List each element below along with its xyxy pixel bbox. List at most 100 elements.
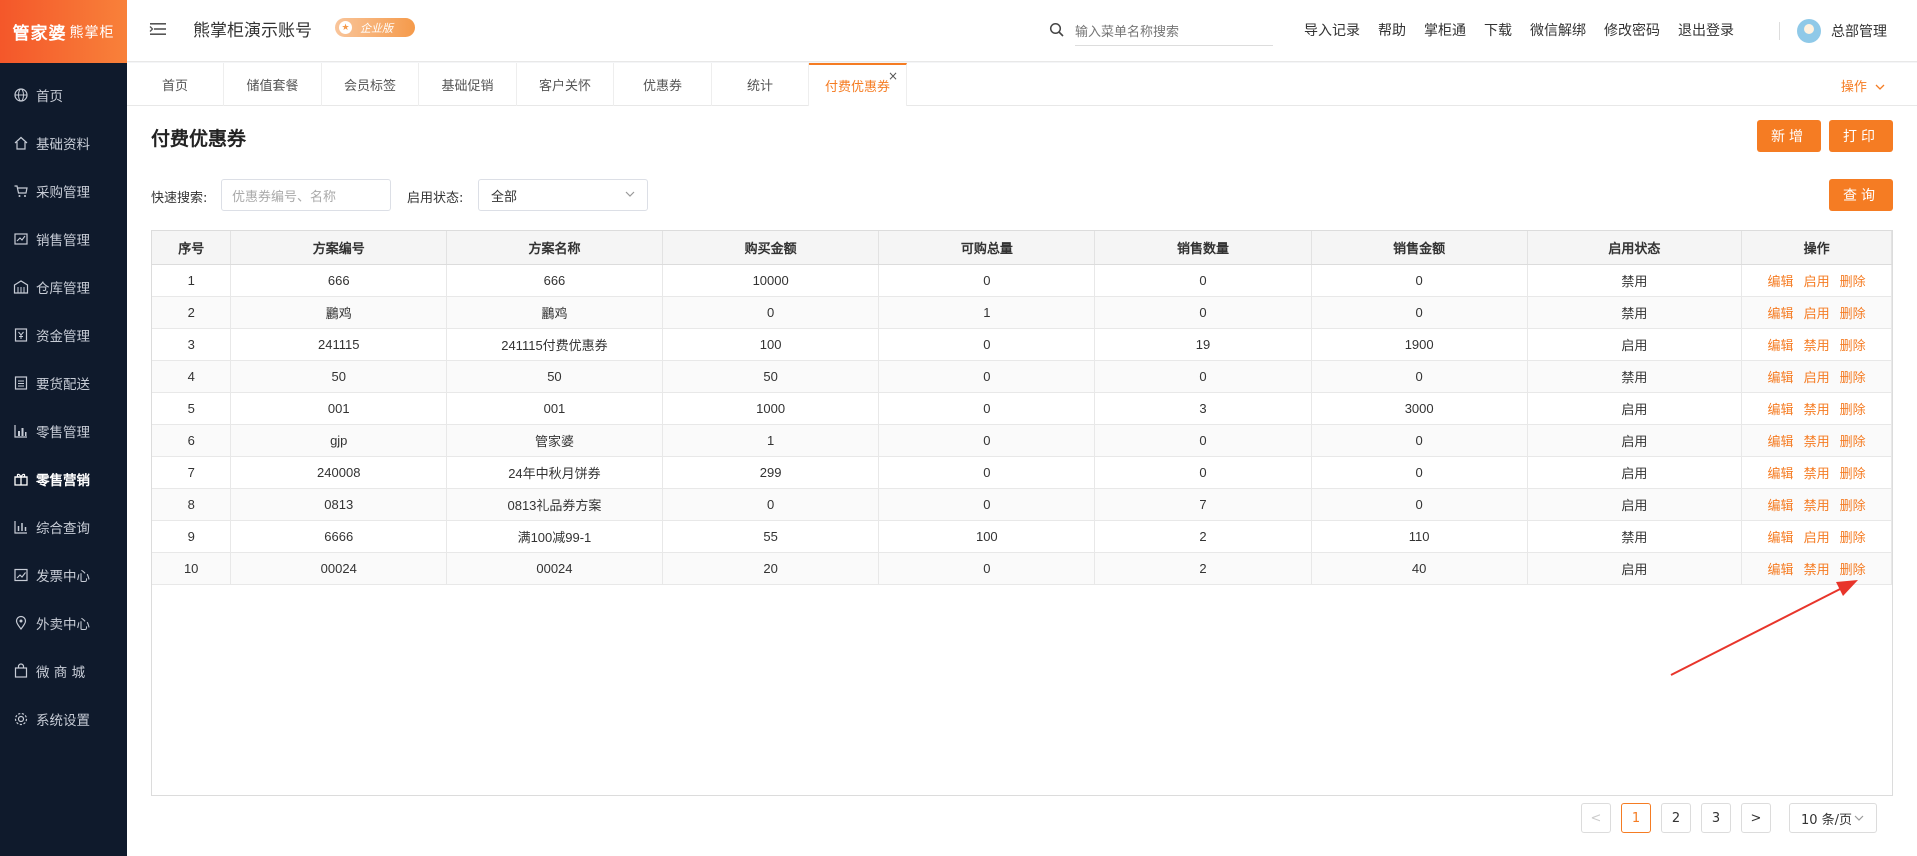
chevron-down-icon	[1854, 815, 1864, 821]
delete-button[interactable]: 删除	[1840, 530, 1866, 545]
header-link-4[interactable]: 微信解绑	[1530, 20, 1586, 40]
edit-button[interactable]: 编辑	[1768, 274, 1794, 289]
toggle-status-button[interactable]: 禁用	[1804, 466, 1830, 481]
toggle-status-button[interactable]: 启用	[1804, 530, 1830, 545]
delete-button[interactable]: 删除	[1840, 274, 1866, 289]
tab-7[interactable]: 付费优惠券 ×	[809, 63, 907, 106]
edit-button[interactable]: 编辑	[1768, 338, 1794, 353]
query-button[interactable]: 查询	[1829, 179, 1893, 211]
cell-seq: 1	[152, 264, 232, 297]
table-row: 1 666 666 10000 0 0 0 禁用 编辑 启用 删除	[152, 264, 1892, 297]
toggle-status-button[interactable]: 禁用	[1804, 498, 1830, 513]
delete-button[interactable]: 删除	[1840, 562, 1866, 577]
edit-button[interactable]: 编辑	[1768, 402, 1794, 417]
toggle-status-button[interactable]: 禁用	[1804, 434, 1830, 449]
column-header: 序号	[152, 231, 232, 265]
toggle-status-button[interactable]: 启用	[1804, 370, 1830, 385]
sidebar-item-5[interactable]: 资金管理	[0, 311, 127, 359]
page-button-3[interactable]: 3	[1701, 803, 1731, 833]
page-button-2[interactable]: 2	[1661, 803, 1691, 833]
menu-toggle-icon[interactable]	[149, 20, 167, 38]
cell-actions: 编辑 启用 删除	[1741, 520, 1892, 553]
add-button[interactable]: 新增	[1757, 120, 1821, 152]
sidebar-item-7[interactable]: 零售管理	[0, 407, 127, 455]
prev-page-button[interactable]: <	[1581, 803, 1611, 833]
sidebar-item-12[interactable]: 微 商 城	[0, 647, 127, 695]
sidebar-item-2[interactable]: 采购管理	[0, 167, 127, 215]
toggle-status-button[interactable]: 禁用	[1804, 338, 1830, 353]
user-menu[interactable]: 总部管理	[1797, 19, 1887, 43]
sidebar-item-label: 微 商 城	[36, 665, 86, 681]
tab-2[interactable]: 会员标签	[322, 63, 419, 106]
delete-button[interactable]: 删除	[1840, 370, 1866, 385]
table-row: 6 gjp 管家婆 1 0 0 0 启用 编辑 禁用 删除	[152, 424, 1892, 457]
tab-3[interactable]: 基础促销	[419, 63, 517, 106]
toggle-status-button[interactable]: 启用	[1804, 306, 1830, 321]
cell-price: 10000	[662, 264, 880, 297]
delete-button[interactable]: 删除	[1840, 338, 1866, 353]
header-link-6[interactable]: 退出登录	[1678, 20, 1734, 40]
page-button-1[interactable]: 1	[1621, 803, 1651, 833]
tab-1[interactable]: 储值套餐	[224, 63, 322, 106]
edit-button[interactable]: 编辑	[1768, 370, 1794, 385]
toggle-status-button[interactable]: 启用	[1804, 274, 1830, 289]
sidebar-item-0[interactable]: 首页	[0, 71, 127, 119]
sidebar-item-10[interactable]: 发票中心	[0, 551, 127, 599]
sidebar-item-6[interactable]: 要货配送	[0, 359, 127, 407]
edit-button[interactable]: 编辑	[1768, 306, 1794, 321]
header-link-0[interactable]: 导入记录	[1304, 20, 1360, 40]
cell-name: 001	[446, 392, 663, 425]
header-link-3[interactable]: 下载	[1484, 20, 1512, 40]
sidebar-item-9[interactable]: 综合查询	[0, 503, 127, 551]
delete-button[interactable]: 删除	[1840, 434, 1866, 449]
main-content: 付费优惠券 新增 打印 快速搜索: 优惠券编号、名称 启用状态: 全部 查询 序…	[127, 106, 1917, 856]
delete-button[interactable]: 删除	[1840, 498, 1866, 513]
tab-4[interactable]: 客户关怀	[517, 63, 614, 106]
cell-seq: 5	[152, 392, 232, 425]
edit-button[interactable]: 编辑	[1768, 562, 1794, 577]
tab-label: 客户关怀	[538, 79, 591, 94]
tab-6[interactable]: 统计	[712, 63, 809, 106]
sidebar-item-13[interactable]: 系统设置	[0, 695, 127, 743]
close-icon[interactable]: ×	[888, 69, 898, 83]
menu-search-input[interactable]	[1075, 18, 1273, 46]
toggle-status-button[interactable]: 禁用	[1804, 402, 1830, 417]
header-link-5[interactable]: 修改密码	[1604, 20, 1660, 40]
search-icon[interactable]	[1049, 22, 1065, 38]
sidebar-item-11[interactable]: 外卖中心	[0, 599, 127, 647]
next-page-button[interactable]: >	[1741, 803, 1771, 833]
tab-label: 首页	[161, 79, 188, 94]
delete-button[interactable]: 删除	[1840, 306, 1866, 321]
cell-status: 禁用	[1527, 360, 1743, 393]
tabs-ops-dropdown[interactable]: 操作	[1841, 76, 1885, 95]
toggle-status-button[interactable]: 禁用	[1804, 562, 1830, 577]
cell-name: 满100减99-1	[446, 520, 663, 553]
edit-button[interactable]: 编辑	[1768, 498, 1794, 513]
edit-button[interactable]: 编辑	[1768, 466, 1794, 481]
sidebar-item-8[interactable]: 零售营销	[0, 455, 127, 503]
tab-5[interactable]: 优惠券	[614, 63, 712, 106]
column-header: 销售数量	[1094, 231, 1312, 265]
edit-button[interactable]: 编辑	[1768, 530, 1794, 545]
header-link-1[interactable]: 帮助	[1378, 20, 1406, 40]
cell-actions: 编辑 禁用 删除	[1741, 328, 1892, 361]
location-icon	[15, 615, 27, 630]
delete-button[interactable]: 删除	[1840, 466, 1866, 481]
status-select[interactable]: 全部	[478, 179, 648, 211]
cell-seq: 10	[152, 552, 232, 585]
bar-chart-icon	[14, 521, 27, 534]
cell-price: 55	[662, 520, 880, 553]
cell-seq: 3	[152, 328, 232, 361]
sidebar-item-1[interactable]: 基础资料	[0, 119, 127, 167]
page-size-select[interactable]: 10 条/页	[1789, 803, 1877, 833]
header-link-2[interactable]: 掌柜通	[1424, 20, 1466, 40]
quick-search-input[interactable]: 优惠券编号、名称	[221, 179, 391, 211]
delete-button[interactable]: 删除	[1840, 402, 1866, 417]
brand-logo[interactable]: 管家婆 熊掌柜	[0, 0, 127, 63]
print-button[interactable]: 打印	[1829, 120, 1893, 152]
sidebar-item-4[interactable]: 仓库管理	[0, 263, 127, 311]
tabs-ops-label: 操作	[1840, 80, 1867, 95]
tab-0[interactable]: 首页	[127, 63, 224, 106]
sidebar-item-3[interactable]: 销售管理	[0, 215, 127, 263]
edit-button[interactable]: 编辑	[1768, 434, 1794, 449]
